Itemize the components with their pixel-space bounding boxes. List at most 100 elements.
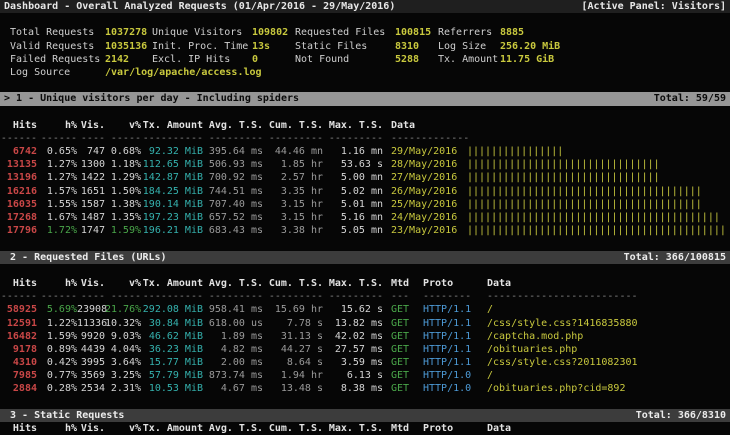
requested-file-row[interactable]: 7985 0.77% 3569 3.25% 57.79 MiB 873.74 m… bbox=[0, 369, 730, 382]
table-header-static-requests: Hits h% Vis. v% Tx. Amount Avg. T.S. Cum… bbox=[0, 422, 730, 435]
col-visitors: Vis. bbox=[77, 277, 105, 290]
dash-spacer bbox=[461, 132, 730, 145]
cell-avg-ts: 1.89 ms bbox=[203, 330, 263, 343]
table-separator: ------ ------ ---- ----- ---------- ----… bbox=[0, 132, 730, 145]
requested-file-row[interactable]: 2884 0.28% 2534 2.31% 10.53 MiB 4.67 ms … bbox=[0, 382, 730, 395]
visitor-row[interactable]: 6742 0.65% 747 0.68% 92.32 MiB 395.64 ms… bbox=[0, 145, 730, 158]
cell-date: 23/May/2016 bbox=[383, 224, 461, 237]
cell-hits: 13196 bbox=[0, 171, 37, 184]
summary-label: Tx. Amount bbox=[438, 53, 500, 66]
cell-avg-ts: 657.52 ms bbox=[203, 211, 263, 224]
table-separator: ------ ------ ---- ----- ---------- ----… bbox=[0, 290, 730, 303]
summary-label: Static Files bbox=[295, 40, 395, 53]
cell-hits-percent: 0.77% bbox=[37, 369, 77, 382]
requested-file-row[interactable]: 58925 5.69% 23908 21.76% 292.08 MiB 958.… bbox=[0, 303, 730, 316]
visitor-row[interactable]: 13196 1.27% 1422 1.29% 142.87 MiB 700.92… bbox=[0, 171, 730, 184]
cell-visitors: 3569 bbox=[77, 369, 105, 382]
dash: ---- bbox=[77, 132, 105, 145]
table-header-unique-visitors: Hits h% Vis. v% Tx. Amount Avg. T.S. Cum… bbox=[0, 119, 730, 132]
visitor-row[interactable]: 16216 1.57% 1651 1.50% 184.25 MiB 744.51… bbox=[0, 185, 730, 198]
cell-avg-ts: 2.00 ms bbox=[203, 356, 263, 369]
cell-bars: ||||||||||||||||||||||||||||||||||||||||… bbox=[461, 211, 730, 224]
cell-hits-percent: 1.55% bbox=[37, 198, 77, 211]
cell-max-ts: 3.59 ms bbox=[323, 356, 383, 369]
summary-label: Failed Requests bbox=[10, 53, 105, 66]
summary-label: Not Found bbox=[295, 53, 395, 66]
visitor-row[interactable]: 16035 1.55% 1587 1.38% 190.14 MiB 707.40… bbox=[0, 198, 730, 211]
cell-method: GET bbox=[383, 317, 417, 330]
requested-file-row[interactable]: 4310 0.42% 3995 3.64% 15.77 MiB 2.00 ms … bbox=[0, 356, 730, 369]
dash: ----- bbox=[105, 290, 141, 303]
cell-tx-amount: 36.23 MiB bbox=[141, 343, 203, 356]
cell-date: 25/May/2016 bbox=[383, 198, 461, 211]
summary-label: Unique Visitors bbox=[152, 26, 252, 39]
cell-visitors-percent: 2.31% bbox=[105, 382, 141, 395]
cell-max-ts: 42.02 ms bbox=[323, 330, 383, 343]
panel-header-static-requests[interactable]: 3 - Static Requests Total: 366/8310 bbox=[0, 409, 730, 422]
cell-url: /obituaries.php bbox=[485, 343, 730, 356]
cell-hits: 17268 bbox=[0, 211, 37, 224]
col-data: Data bbox=[485, 422, 730, 435]
cell-bars: |||||||||||||||||||||||||||||||| bbox=[461, 171, 730, 184]
requested-file-row[interactable]: 16482 1.59% 9920 9.03% 46.62 MiB 1.89 ms… bbox=[0, 330, 730, 343]
cell-cum-ts: 3.38 hr bbox=[263, 224, 323, 237]
blank-line bbox=[0, 106, 730, 119]
visitor-row[interactable]: 13135 1.27% 1300 1.18% 112.65 MiB 506.93… bbox=[0, 158, 730, 171]
cell-hits: 16216 bbox=[0, 185, 37, 198]
col-visitors: Vis. bbox=[77, 119, 105, 132]
cell-avg-ts: 395.64 ms bbox=[203, 145, 263, 158]
summary-label: Log Source bbox=[10, 66, 105, 79]
summary-value: 0 bbox=[252, 53, 295, 66]
requested-file-row[interactable]: 12591 1.22% 11336 10.32% 30.84 MiB 618.0… bbox=[0, 317, 730, 330]
cell-tx-amount: 10.53 MiB bbox=[141, 382, 203, 395]
cell-avg-ts: 958.41 ms bbox=[203, 303, 263, 316]
requested-file-row[interactable]: 9178 0.89% 4439 4.04% 36.23 MiB 4.82 ms … bbox=[0, 343, 730, 356]
col-cum-ts: Cum. T.S. bbox=[263, 119, 323, 132]
visitor-row[interactable]: 17268 1.67% 1487 1.35% 197.23 MiB 657.52… bbox=[0, 211, 730, 224]
cell-visitors-percent: 1.18% bbox=[105, 158, 141, 171]
panel-header-requested-files[interactable]: 2 - Requested Files (URLs) Total: 366/10… bbox=[0, 251, 730, 264]
panel-header-unique-visitors[interactable]: > 1 - Unique visitors per day - Includin… bbox=[0, 92, 730, 105]
cell-url: /css/style.css?1416835880 bbox=[485, 317, 730, 330]
cell-protocol: HTTP/1.1 bbox=[417, 303, 485, 316]
cell-tx-amount: 142.87 MiB bbox=[141, 171, 203, 184]
cell-url: /captcha.mod.php bbox=[485, 330, 730, 343]
cell-tx-amount: 184.25 MiB bbox=[141, 185, 203, 198]
cell-cum-ts: 3.15 hr bbox=[263, 211, 323, 224]
col-tx-amount: Tx. Amount bbox=[141, 119, 203, 132]
cell-avg-ts: 744.51 ms bbox=[203, 185, 263, 198]
table-header-requested-files: Hits h% Vis. v% Tx. Amount Avg. T.S. Cum… bbox=[0, 277, 730, 290]
cell-visitors: 1747 bbox=[77, 224, 105, 237]
summary-label: Referrers bbox=[438, 26, 500, 39]
cell-hits: 58925 bbox=[0, 303, 37, 316]
cell-bars: ||||||||||||||||||||||||||||||||||||||||… bbox=[461, 224, 730, 237]
dash: --------- bbox=[263, 290, 323, 303]
col-visitors: Vis. bbox=[77, 422, 105, 435]
cell-cum-ts: 13.48 s bbox=[263, 382, 323, 395]
summary-value bbox=[500, 66, 730, 79]
cell-tx-amount: 92.32 MiB bbox=[141, 145, 203, 158]
cell-hits-percent: 0.65% bbox=[37, 145, 77, 158]
cell-tx-amount: 196.21 MiB bbox=[141, 224, 203, 237]
dash: ------ bbox=[37, 132, 77, 145]
cell-protocol: HTTP/1.1 bbox=[417, 317, 485, 330]
cell-max-ts: 5.00 mn bbox=[323, 171, 383, 184]
blank-line bbox=[0, 13, 730, 26]
cell-bars: ||||||||||||||||||||||||||||||||||||||| bbox=[461, 198, 730, 211]
visitor-row[interactable]: 17796 1.72% 1747 1.59% 196.21 MiB 683.43… bbox=[0, 224, 730, 237]
summary-row: Log Source /var/log/apache/access.log bbox=[0, 66, 730, 79]
cell-date: 24/May/2016 bbox=[383, 211, 461, 224]
cell-cum-ts: 2.57 hr bbox=[263, 171, 323, 184]
col-avg-ts: Avg. T.S. bbox=[203, 119, 263, 132]
cell-tx-amount: 190.14 MiB bbox=[141, 198, 203, 211]
cell-max-ts: 27.57 ms bbox=[323, 343, 383, 356]
cell-visitors: 4439 bbox=[77, 343, 105, 356]
cell-hits: 4310 bbox=[0, 356, 37, 369]
cell-hits: 13135 bbox=[0, 158, 37, 171]
cell-visitors: 747 bbox=[77, 145, 105, 158]
cell-max-ts: 13.82 ms bbox=[323, 317, 383, 330]
requested-files-rows: 58925 5.69% 23908 21.76% 292.08 MiB 958.… bbox=[0, 303, 730, 395]
col-data: Data bbox=[485, 277, 730, 290]
col-visitors-percent: v% bbox=[105, 119, 141, 132]
cell-tx-amount: 15.77 MiB bbox=[141, 356, 203, 369]
